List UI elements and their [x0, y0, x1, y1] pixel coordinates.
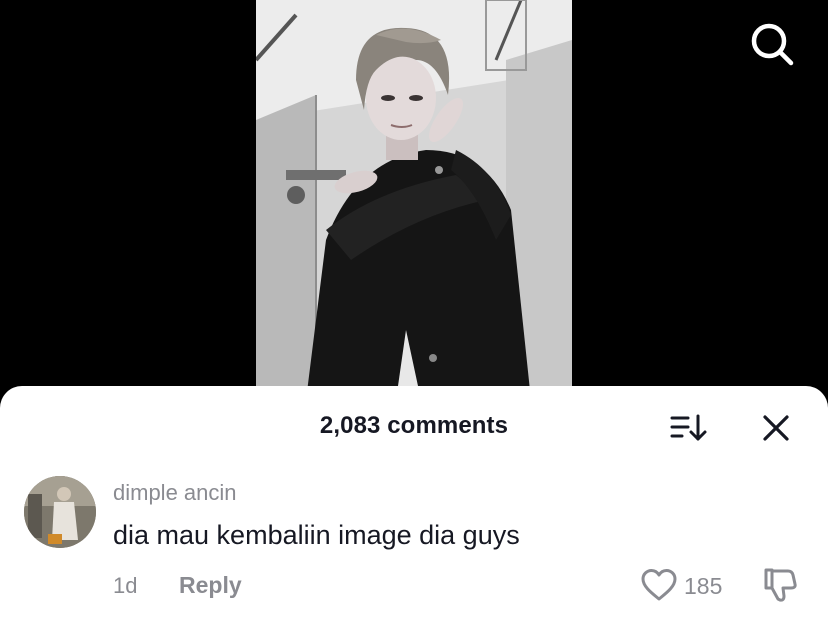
- sort-comments-button[interactable]: [668, 412, 708, 444]
- video-player[interactable]: [0, 0, 828, 400]
- reply-button[interactable]: Reply: [179, 572, 242, 599]
- close-comments-button[interactable]: [758, 410, 794, 446]
- thumbs-down-icon: [764, 568, 797, 602]
- comment-username[interactable]: dimple ancin: [113, 480, 237, 506]
- avatar[interactable]: [24, 476, 96, 548]
- dislike-button[interactable]: [760, 566, 798, 604]
- comment-text: dia mau kembaliin image dia guys: [113, 520, 520, 550]
- avatar-image: [24, 476, 96, 548]
- search-button[interactable]: [748, 20, 796, 68]
- video-content-image: [256, 0, 572, 400]
- heart-icon: [641, 569, 677, 601]
- comments-sheet: 2,083 comments dimple ancin dia mau kemb…: [0, 386, 828, 636]
- sort-icon: [670, 414, 707, 441]
- like-count: 185: [684, 573, 723, 599]
- close-icon: [763, 415, 789, 441]
- video-frame[interactable]: [256, 0, 572, 400]
- like-button[interactable]: [640, 568, 678, 602]
- comment-item: dimple ancin dia mau kembaliin image dia…: [0, 474, 828, 614]
- comment-timestamp: 1d: [113, 573, 138, 598]
- search-icon: [751, 23, 794, 66]
